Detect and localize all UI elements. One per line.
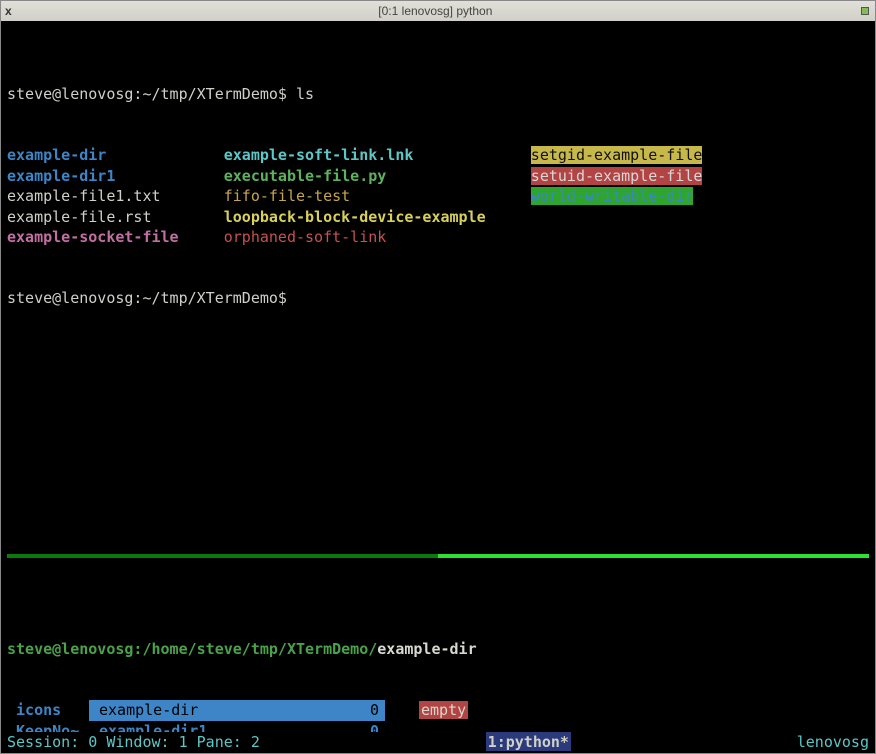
ls-item: setuid-example-file bbox=[531, 167, 703, 185]
ranger-row[interactable]: KeepNo~ example-dir1 0 bbox=[7, 721, 869, 732]
ranger-row[interactable]: icons example-dir 0 empty bbox=[7, 700, 869, 720]
tmux-hostname: lenovosg bbox=[797, 732, 869, 751]
ls-item: example-file1.txt bbox=[7, 187, 224, 205]
prompt-line: steve@lenovosg:~/tmp/XTermDemo$ ls bbox=[7, 84, 869, 104]
terminal-content[interactable]: steve@lenovosg:~/tmp/XTermDemo$ ls examp… bbox=[1, 21, 875, 732]
ls-item: setgid-example-file bbox=[531, 146, 703, 164]
prompt-text: steve@lenovosg:~/tmp/XTermDemo$ bbox=[7, 85, 296, 103]
ls-item: example-dir bbox=[7, 146, 224, 164]
tmux-statusbar: Session: 0 Window: 1 Pane: 2 1:python* l… bbox=[1, 732, 875, 753]
ranger-item-name[interactable]: example-dir1 bbox=[99, 721, 207, 732]
ranger-parent-item[interactable]: KeepNo~ bbox=[7, 721, 89, 732]
ls-item: loopback-block-device-example bbox=[224, 208, 531, 226]
prompt-text: steve@lenovosg:~/tmp/XTermDemo$ bbox=[7, 289, 296, 307]
ls-item: example-socket-file bbox=[7, 228, 224, 246]
prompt-line: steve@lenovosg:~/tmp/XTermDemo$ bbox=[7, 288, 869, 308]
ranger-preview-empty: empty bbox=[419, 701, 468, 719]
ls-item: world-writable-dir bbox=[531, 187, 694, 205]
ranger-item-name[interactable]: example-dir bbox=[99, 700, 198, 720]
ranger-parent-item[interactable]: icons bbox=[7, 700, 89, 720]
ranger-item-size: 0 bbox=[370, 721, 379, 732]
ls-item: orphaned-soft-link bbox=[224, 228, 531, 246]
ls-item: fifo-file-test bbox=[224, 187, 531, 205]
path-prefix: steve@lenovosg:/home/steve/tmp/XTermDemo… bbox=[7, 640, 377, 658]
terminal-window: x [0:1 lenovosg] python steve@lenovosg:~… bbox=[0, 0, 876, 754]
titlebar[interactable]: x [0:1 lenovosg] python bbox=[1, 1, 875, 21]
ranger-body[interactable]: icons example-dir 0 empty KeepNo~ example-di… bbox=[7, 700, 869, 732]
ls-item: example-dir1 bbox=[7, 167, 224, 185]
pane-divider[interactable] bbox=[7, 554, 869, 558]
close-icon[interactable]: x bbox=[5, 4, 12, 18]
tmux-session-info: Session: 0 Window: 1 Pane: 2 bbox=[7, 732, 260, 751]
minimize-icon[interactable] bbox=[861, 7, 869, 15]
ls-item: example-soft-link.lnk bbox=[224, 146, 531, 164]
ls-item: example-file.rst bbox=[7, 208, 224, 226]
ranger-item-size: 0 bbox=[370, 700, 379, 720]
tmux-window-tab[interactable]: 1:python* bbox=[486, 732, 571, 751]
window-title: [0:1 lenovosg] python bbox=[12, 4, 859, 18]
spacer bbox=[7, 370, 869, 513]
ls-output: example-dir example-soft-link.lnk setgid… bbox=[7, 145, 869, 247]
ranger-path: steve@lenovosg:/home/steve/tmp/XTermDemo… bbox=[7, 639, 869, 659]
ls-item: executable-file.py bbox=[224, 167, 531, 185]
path-current: example-dir bbox=[377, 640, 476, 658]
command-text: ls bbox=[296, 85, 314, 103]
